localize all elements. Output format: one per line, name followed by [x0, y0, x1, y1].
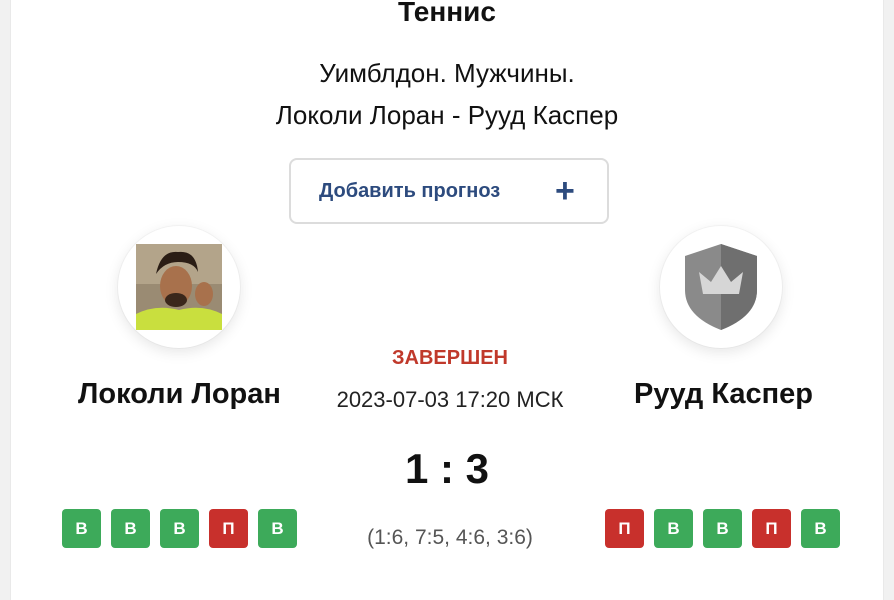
- tournament-name: Уимблдон. Мужчины.: [319, 58, 575, 88]
- match-datetime: 2023-07-03 17:20 МСК: [336, 387, 564, 412]
- away-form: П В В П В: [605, 509, 840, 548]
- match-score: 1 : 3: [404, 445, 490, 492]
- form-badge: В: [258, 509, 297, 548]
- form-badge: П: [605, 509, 644, 548]
- home-form: В В В П В: [62, 509, 297, 548]
- home-player-avatar[interactable]: [118, 226, 240, 348]
- form-badge: В: [703, 509, 742, 548]
- form-badge: В: [160, 509, 199, 548]
- add-forecast-label: Добавить прогноз: [319, 180, 501, 202]
- plus-icon: +: [555, 172, 575, 210]
- form-badge: П: [209, 509, 248, 548]
- match-title[interactable]: Локоли Лоран - Рууд Каспер: [0, 98, 894, 132]
- form-badge: В: [62, 509, 101, 548]
- form-badge: В: [654, 509, 693, 548]
- add-forecast-button[interactable]: Добавить прогноз +: [289, 158, 609, 224]
- shield-crown-icon: [685, 244, 757, 330]
- away-player-avatar[interactable]: [660, 226, 782, 348]
- player-photo: [136, 244, 222, 330]
- sport-title: Теннис: [398, 0, 496, 27]
- form-badge: В: [801, 509, 840, 548]
- form-badge: П: [752, 509, 791, 548]
- match-status: ЗАВЕРШЕН: [392, 347, 508, 369]
- form-badge: В: [111, 509, 150, 548]
